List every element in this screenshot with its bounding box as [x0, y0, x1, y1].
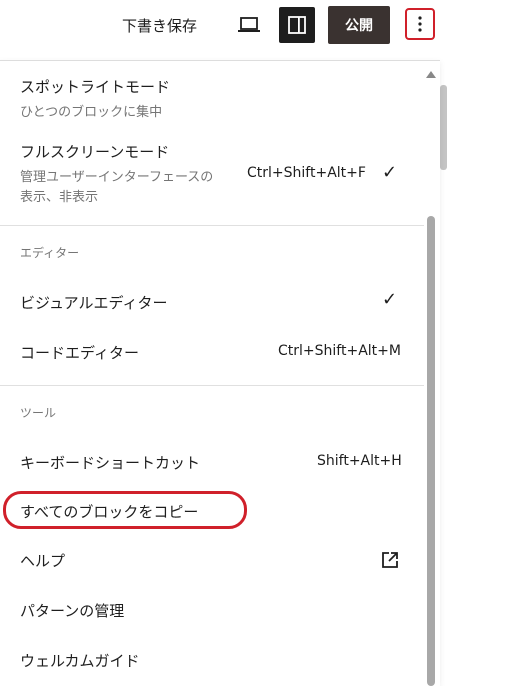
menu-divider [0, 385, 424, 386]
menu-item-label: コードエディター [20, 344, 139, 362]
menu-item-label: スポットライトモード [20, 78, 171, 96]
menu-item-label: ヘルプ [20, 552, 66, 570]
shortcut-text: Ctrl+Shift+Alt+M [278, 343, 401, 359]
menu-item-fullscreen-mode[interactable]: フルスクリーンモード 管理ユーザーインターフェースの表示、非表示 Ctrl+Sh… [0, 136, 420, 216]
menu-item-manage-patterns[interactable]: パターンの管理 [0, 591, 420, 631]
menu-item-label: パターンの管理 [20, 602, 125, 620]
menu-item-label: ウェルカムガイド [20, 652, 140, 670]
menu-divider [0, 225, 424, 226]
menu-item-welcome-guide[interactable]: ウェルカムガイド [0, 641, 420, 681]
options-dropdown-menu: スポットライトモード ひとつのブロックに集中 フルスクリーンモード 管理ユーザー… [0, 60, 440, 686]
menu-item-spotlight-mode[interactable]: スポットライトモード ひとつのブロックに集中 [0, 71, 420, 129]
menu-scrollbar-thumb[interactable] [427, 216, 435, 686]
annotation-highlight [3, 491, 247, 529]
save-draft-button[interactable]: 下書き保存 [122, 15, 197, 36]
check-icon: ✓ [382, 162, 398, 183]
menu-item-keyboard-shortcuts[interactable]: キーボードショートカット Shift+Alt+H [0, 443, 420, 483]
publish-button[interactable]: 公開 [328, 6, 390, 44]
menu-item-label: フルスクリーンモード [20, 143, 170, 161]
laptop-icon [238, 17, 260, 32]
menu-item-label: ビジュアルエディター [20, 294, 168, 312]
menu-item-help[interactable]: ヘルプ [0, 541, 420, 581]
options-button[interactable] [405, 8, 435, 40]
editor-canvas-edge [440, 60, 509, 685]
scroll-up-arrow-icon[interactable] [426, 71, 436, 78]
menu-item-code-editor[interactable]: コードエディター Ctrl+Shift+Alt+M [0, 333, 420, 373]
page-scrollbar-thumb[interactable] [440, 85, 447, 170]
preview-button[interactable] [234, 10, 264, 40]
shortcut-text: Ctrl+Shift+Alt+F [247, 165, 366, 181]
editor-toolbar: 下書き保存 公開 [0, 0, 509, 52]
menu-item-description: ひとつのブロックに集中 [20, 105, 163, 120]
menu-item-visual-editor[interactable]: ビジュアルエディター ✓ [0, 283, 420, 323]
check-icon: ✓ [382, 289, 398, 310]
menu-item-label: キーボードショートカット [20, 454, 201, 472]
vertical-ellipsis-icon [418, 16, 422, 32]
sidebar-panel-icon [288, 16, 306, 34]
settings-button[interactable] [279, 7, 315, 43]
menu-item-description: 管理ユーザーインターフェースの表示、非表示 [20, 170, 214, 205]
shortcut-text: Shift+Alt+H [317, 453, 402, 469]
group-heading-tools: ツール [20, 406, 57, 420]
group-heading-editor: エディター [20, 246, 80, 260]
menu-scrollbar[interactable] [424, 69, 438, 686]
external-link-icon [382, 552, 398, 568]
